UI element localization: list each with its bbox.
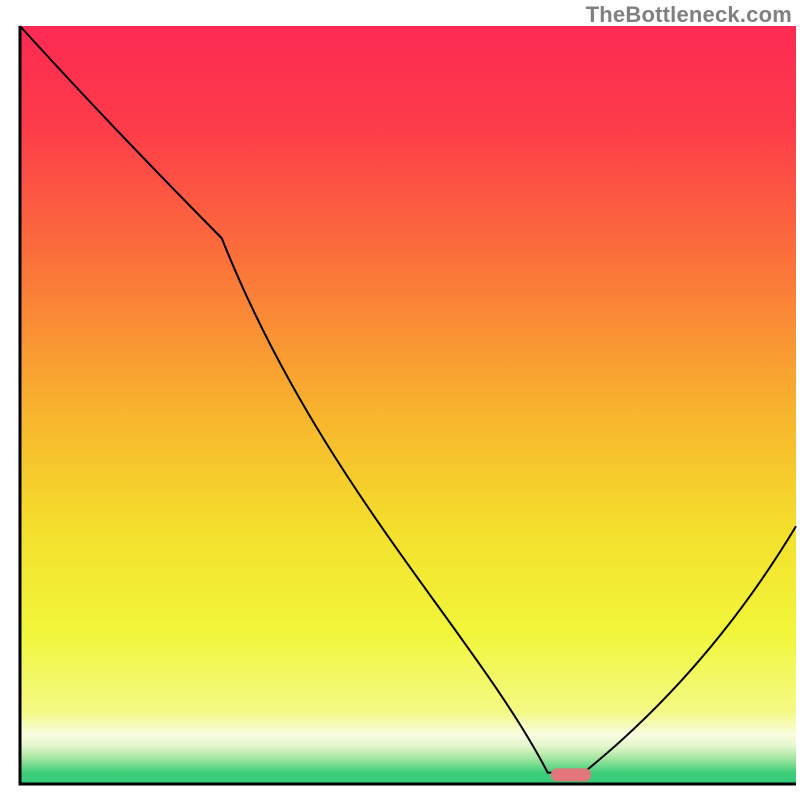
bottleneck-chart [0, 0, 800, 800]
optimal-marker [551, 768, 591, 781]
plot-background [20, 26, 796, 784]
watermark-label: TheBottleneck.com [586, 2, 792, 28]
chart-container: TheBottleneck.com [0, 0, 800, 800]
